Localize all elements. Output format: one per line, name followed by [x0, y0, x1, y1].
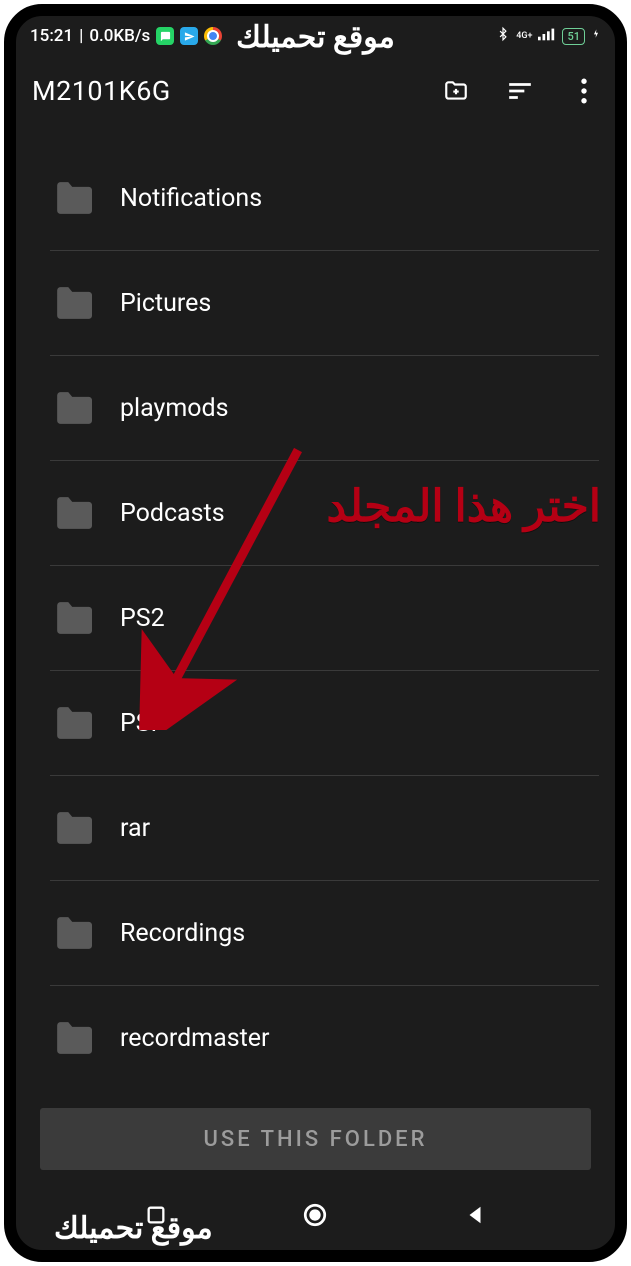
folder-icon	[54, 287, 92, 319]
new-folder-icon[interactable]	[441, 76, 471, 106]
watermark-bottom: موقع تحميلك	[54, 1211, 213, 1246]
telegram-icon	[180, 27, 198, 45]
nav-home-icon[interactable]	[299, 1199, 331, 1231]
folder-item[interactable]: playmods	[50, 356, 599, 461]
charging-icon	[591, 26, 601, 47]
folder-label: recordmaster	[120, 1024, 270, 1053]
bluetooth-icon	[496, 25, 510, 48]
battery-indicator: 51	[562, 28, 585, 45]
folder-label: Pictures	[120, 289, 211, 318]
folder-item[interactable]: Pictures	[50, 251, 599, 356]
chrome-icon	[204, 27, 222, 45]
watermark-top: موقع تحميلك	[236, 20, 395, 55]
folder-label: rar	[120, 814, 150, 843]
network-type: 4G+	[516, 32, 532, 41]
folder-item[interactable]: PSP	[50, 671, 599, 776]
folder-list[interactable]: Notifications Pictures playmods Podcasts…	[50, 146, 599, 1090]
folder-item[interactable]: recordmaster	[50, 986, 599, 1090]
whatsapp-icon	[156, 27, 174, 45]
folder-label: Podcasts	[120, 499, 225, 528]
sort-icon[interactable]	[505, 76, 535, 106]
folder-label: PS2	[120, 604, 165, 633]
folder-label: Recordings	[120, 919, 245, 948]
status-time: 15:21	[30, 26, 73, 46]
app-bar: M2101K6G	[16, 56, 615, 126]
folder-label: Notifications	[120, 184, 262, 213]
folder-icon	[54, 917, 92, 949]
folder-item[interactable]: Recordings	[50, 881, 599, 986]
folder-icon	[54, 1022, 92, 1054]
nav-back-icon[interactable]	[459, 1199, 491, 1231]
folder-item[interactable]: Notifications	[50, 146, 599, 251]
folder-icon	[54, 707, 92, 739]
annotation-label: اختر هذا المجلد	[326, 480, 601, 532]
folder-icon	[54, 497, 92, 529]
folder-label: playmods	[120, 394, 229, 423]
folder-icon	[54, 392, 92, 424]
folder-icon	[54, 182, 92, 214]
status-net-speed: 0.0KB/s	[89, 26, 150, 46]
use-folder-button[interactable]: USE THIS FOLDER	[40, 1108, 591, 1170]
folder-icon	[54, 812, 92, 844]
app-title: M2101K6G	[32, 75, 441, 107]
signal-icon	[538, 26, 556, 46]
folder-label: PSP	[120, 709, 166, 738]
folder-item[interactable]: rar	[50, 776, 599, 881]
folder-icon	[54, 602, 92, 634]
more-icon[interactable]	[569, 76, 599, 106]
folder-item[interactable]: PS2	[50, 566, 599, 671]
